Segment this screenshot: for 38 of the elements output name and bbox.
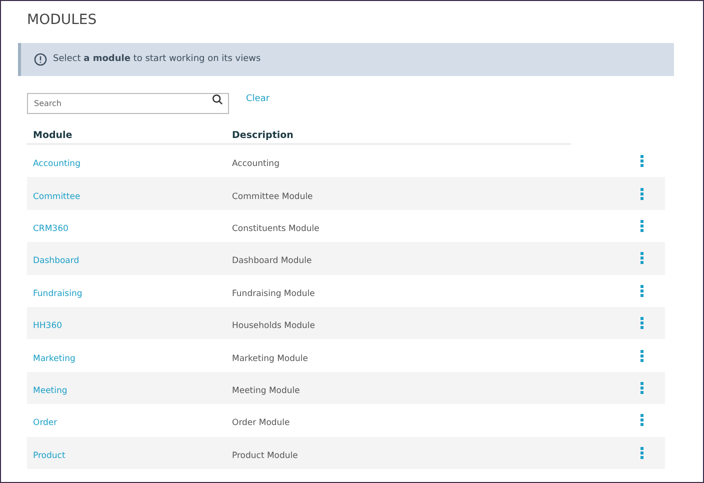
description-cell: Meeting Module	[232, 386, 300, 396]
description-cell: Committee Module	[232, 192, 313, 202]
module-link[interactable]: HH360	[33, 321, 62, 332]
clear-link[interactable]: Clear	[246, 92, 270, 106]
module-link[interactable]: Marketing	[33, 354, 76, 364]
more-options-icon[interactable]	[640, 350, 644, 362]
column-header: Description	[232, 130, 294, 140]
description-cell: Households Module	[232, 321, 316, 332]
module-link[interactable]: Product	[33, 450, 66, 461]
module-link[interactable]: CRM360	[33, 224, 68, 234]
description-cell: Order Module	[232, 418, 290, 428]
module-link[interactable]: Order	[33, 418, 58, 428]
more-options-icon[interactable]	[640, 252, 644, 264]
search-field[interactable]: Search	[27, 93, 229, 114]
more-options-icon[interactable]	[640, 188, 644, 200]
description-cell: Fundraising Module	[232, 288, 315, 299]
description-cell: Product Module	[232, 450, 298, 461]
module-link[interactable]: Dashboard	[33, 256, 80, 266]
description-cell: Marketing Module	[232, 354, 308, 364]
banner-text: Select a module to start working on its views	[53, 52, 261, 66]
info-icon	[34, 53, 47, 66]
module-link[interactable]: Committee	[33, 192, 80, 202]
description-cell: Accounting	[232, 159, 280, 170]
more-options-icon[interactable]	[640, 382, 644, 394]
more-options-icon[interactable]	[640, 284, 644, 297]
more-options-icon[interactable]	[640, 414, 644, 426]
column-header: Module	[33, 130, 72, 140]
module-link[interactable]: Accounting	[33, 159, 80, 170]
more-options-icon[interactable]	[640, 155, 644, 168]
more-options-icon[interactable]	[640, 220, 644, 232]
page-title: MODULES	[27, 12, 98, 28]
search-icon	[212, 94, 223, 105]
more-options-icon[interactable]	[640, 446, 644, 459]
module-link[interactable]: Meeting	[33, 386, 68, 396]
module-link[interactable]: Fundraising	[33, 288, 82, 299]
description-cell: Constituents Module	[232, 224, 320, 234]
more-options-icon[interactable]	[640, 317, 644, 330]
description-cell: Dashboard Module	[232, 256, 312, 266]
